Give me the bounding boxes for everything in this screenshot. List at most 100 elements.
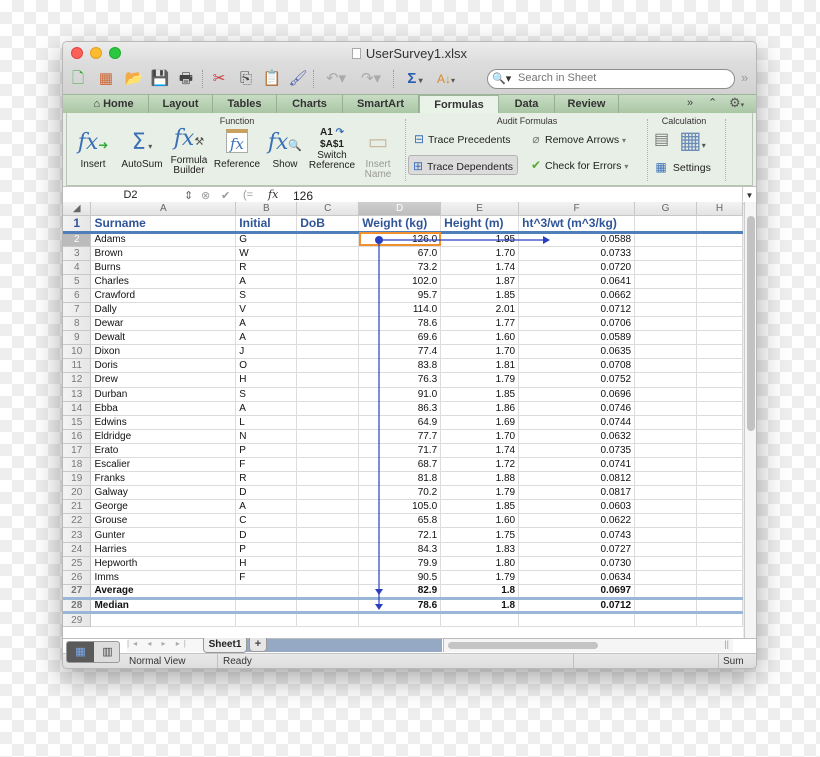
cell-g6[interactable]	[634, 288, 697, 303]
cell-e13[interactable]: 1.85	[440, 387, 520, 402]
cell-g7[interactable]	[634, 302, 697, 318]
search-input[interactable]	[518, 72, 728, 84]
cell-c19[interactable]	[296, 471, 360, 487]
cell-g27[interactable]	[634, 583, 697, 600]
tab-formulas[interactable]: Formulas	[419, 95, 499, 114]
cell-c14[interactable]	[296, 401, 360, 416]
search-icon[interactable]: 🔍▾	[492, 72, 511, 85]
cell-c22[interactable]	[296, 513, 360, 529]
cell-h9[interactable]	[696, 330, 743, 346]
cell-h29[interactable]	[696, 612, 743, 628]
cell-c11[interactable]	[296, 358, 360, 374]
cell-b3[interactable]: W	[235, 246, 298, 261]
row-header[interactable]: 19	[63, 471, 92, 487]
cell-b16[interactable]: N	[235, 429, 298, 444]
tab-tables[interactable]: Tables	[213, 95, 277, 113]
cell-f7[interactable]: 0.0712	[518, 302, 636, 318]
cell-h18[interactable]	[696, 457, 743, 473]
cell-a1[interactable]: Surname	[90, 215, 237, 234]
row-header[interactable]: 20	[63, 485, 92, 501]
cell-d23[interactable]: 72.1	[358, 527, 442, 543]
cut-icon[interactable]: ✂	[208, 68, 230, 90]
cell-c9[interactable]	[296, 330, 360, 346]
vertical-scroll-thumb[interactable]	[747, 216, 755, 431]
cell-e11[interactable]: 1.81	[440, 358, 520, 374]
cell-h24[interactable]	[696, 542, 743, 557]
cell-f27[interactable]: 0.0697	[518, 583, 636, 600]
cell-e14[interactable]: 1.86	[440, 401, 520, 416]
cell-a8[interactable]: Dewar	[90, 316, 237, 332]
cell-g5[interactable]	[634, 274, 697, 289]
cell-d15[interactable]: 64.9	[358, 415, 442, 430]
cell-a5[interactable]: Charles	[90, 274, 237, 289]
cell-g14[interactable]	[634, 401, 697, 416]
cell-d18[interactable]: 68.7	[358, 457, 442, 473]
row-header[interactable]: 25	[63, 556, 92, 571]
row-header[interactable]: 27	[63, 583, 92, 600]
cell-e4[interactable]: 1.74	[440, 260, 520, 275]
cell-g2[interactable]	[634, 232, 697, 247]
cell-c5[interactable]	[296, 274, 360, 289]
cell-h1[interactable]	[696, 215, 743, 234]
cell-g11[interactable]	[634, 358, 697, 374]
cell-h21[interactable]	[696, 499, 743, 515]
cell-c12[interactable]	[296, 372, 360, 388]
templates-icon[interactable]: ▦	[95, 68, 117, 90]
cell-f11[interactable]: 0.0708	[518, 358, 636, 374]
cell-f23[interactable]: 0.0743	[518, 527, 636, 543]
cell-e24[interactable]: 1.83	[440, 542, 520, 557]
cell-c23[interactable]	[296, 527, 360, 543]
cell-a29[interactable]	[90, 612, 237, 628]
insert-function-fx-icon[interactable]: fx	[268, 188, 278, 201]
paste-icon[interactable]: 📋	[261, 68, 283, 90]
cell-e19[interactable]: 1.88	[440, 471, 520, 487]
cell-b10[interactable]: J	[235, 344, 298, 360]
cell-c6[interactable]	[296, 288, 360, 303]
cell-e6[interactable]: 1.85	[440, 288, 520, 303]
cell-f26[interactable]: 0.0634	[518, 570, 636, 585]
more-tabs-icon[interactable]: »	[687, 97, 693, 109]
row-header[interactable]: 18	[63, 457, 92, 473]
cell-d19[interactable]: 81.8	[358, 471, 442, 487]
cell-g25[interactable]	[634, 556, 697, 571]
formula-builder-button[interactable]: fx⚒ Formula Builder	[168, 125, 210, 176]
cell-h12[interactable]	[696, 372, 743, 388]
cell-e21[interactable]: 1.85	[440, 499, 520, 515]
cell-a27[interactable]: Average	[90, 583, 237, 600]
row-header[interactable]: 22	[63, 513, 92, 529]
cell-c25[interactable]	[296, 556, 360, 571]
cell-b28[interactable]	[235, 598, 298, 615]
row-header[interactable]: 7	[63, 302, 92, 318]
cell-b2[interactable]: G	[235, 232, 298, 247]
tab-data[interactable]: Data	[499, 95, 555, 113]
cell-d13[interactable]: 91.0	[358, 387, 442, 402]
cell-c2[interactable]	[296, 232, 360, 247]
row-header[interactable]: 21	[63, 499, 92, 515]
cell-d29[interactable]	[358, 612, 442, 628]
copy-icon[interactable]: ⎘	[235, 68, 257, 90]
cell-a9[interactable]: Dewalt	[90, 330, 237, 346]
sheet-tab-sheet1[interactable]: Sheet1	[203, 638, 247, 653]
row-header[interactable]: 28	[63, 598, 92, 615]
cell-h7[interactable]	[696, 302, 743, 318]
cell-f12[interactable]: 0.0752	[518, 372, 636, 388]
cell-b23[interactable]: D	[235, 527, 298, 543]
row-header[interactable]: 1	[63, 215, 92, 234]
select-all-corner[interactable]: ◢	[63, 202, 92, 216]
cell-a11[interactable]: Doris	[90, 358, 237, 374]
cell-d22[interactable]: 65.8	[358, 513, 442, 529]
cell-b12[interactable]: H	[235, 372, 298, 388]
cell-b25[interactable]: H	[235, 556, 298, 571]
tab-smartart[interactable]: SmartArt	[343, 95, 419, 113]
cell-f24[interactable]: 0.0727	[518, 542, 636, 557]
cell-a4[interactable]: Burns	[90, 260, 237, 275]
cell-b4[interactable]: R	[235, 260, 298, 275]
cell-g10[interactable]	[634, 344, 697, 360]
switch-reference-button[interactable]: A1 ↷ $A$1 Switch Reference	[307, 127, 357, 171]
column-header-f[interactable]: F	[518, 202, 636, 216]
cell-a2[interactable]: Adams	[90, 232, 237, 247]
tab-home[interactable]: ⌂ Home	[79, 95, 149, 113]
cell-h25[interactable]	[696, 556, 743, 571]
cell-d17[interactable]: 71.7	[358, 443, 442, 459]
cell-d5[interactable]: 102.0	[358, 274, 442, 289]
